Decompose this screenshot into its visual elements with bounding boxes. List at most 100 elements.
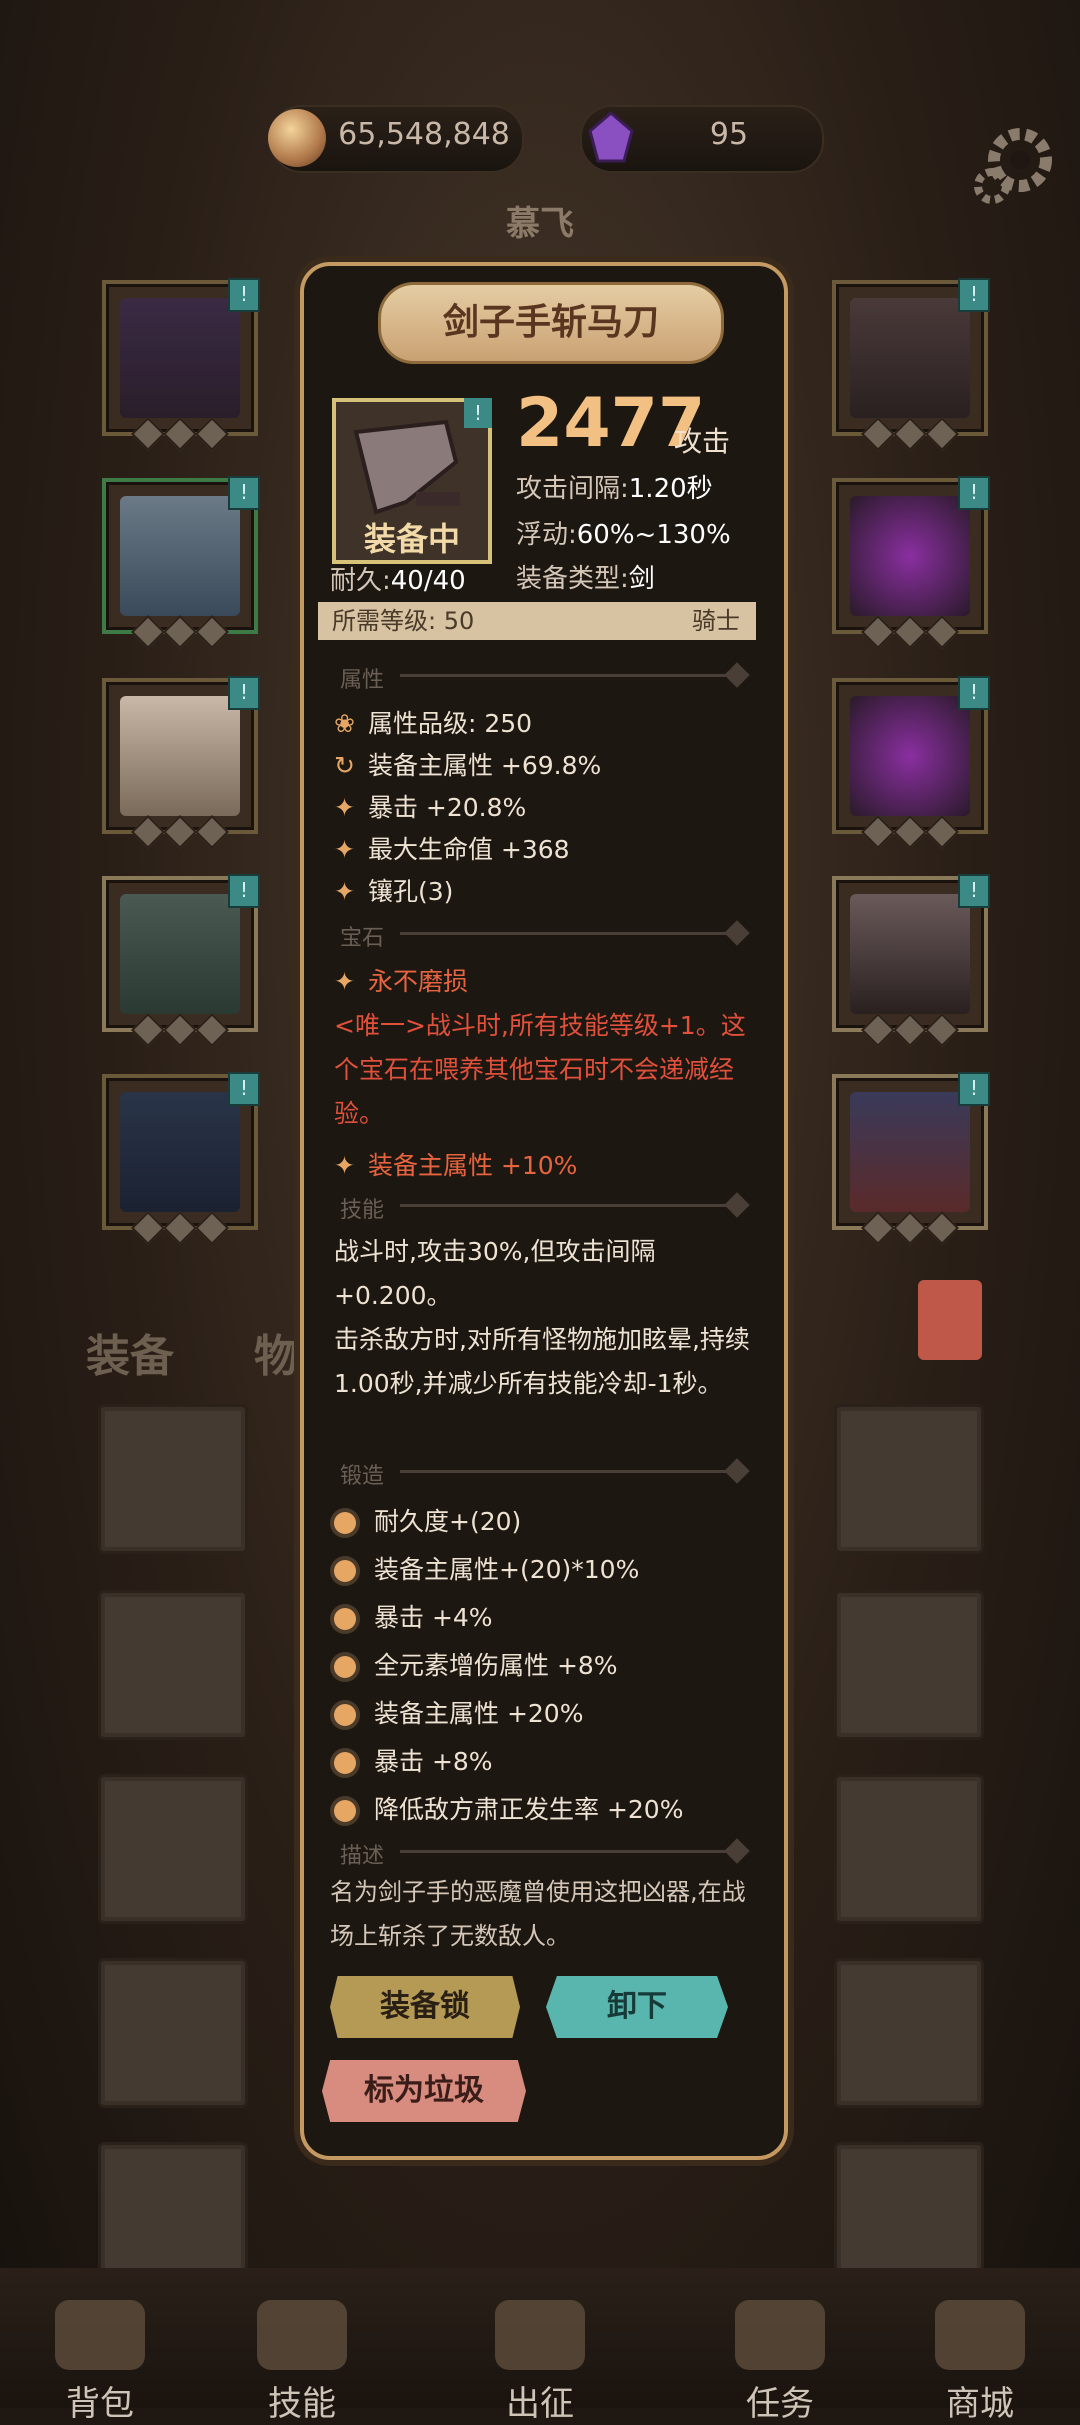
forge-row: 装备主属性+(20)*10% xyxy=(334,1550,639,1586)
socket-row xyxy=(131,417,229,451)
slot-necklace[interactable]: ! xyxy=(832,278,990,451)
forge-dot-icon xyxy=(334,1752,356,1774)
slot-ring-1[interactable]: ! xyxy=(832,476,990,649)
gem-description: <唯一>战斗时,所有技能等级+1。这个宝石在喂养其他宝石时不会递减经验。 xyxy=(334,1011,746,1128)
nav-shop[interactable]: 商城 xyxy=(900,2300,1060,2425)
inventory-cell[interactable] xyxy=(834,1590,984,1740)
nav-expedition[interactable]: 出征 xyxy=(460,2300,620,2425)
socket-row xyxy=(131,1013,229,1047)
unequip-button[interactable]: 卸下 xyxy=(546,1976,728,2038)
slot-badge: ! xyxy=(958,676,990,710)
nav-skills[interactable]: 技能 xyxy=(222,2300,382,2425)
sparkle-icon: ✦ xyxy=(334,835,355,864)
lock-equipment-button[interactable]: 装备锁 xyxy=(330,1976,520,2038)
slot-helmet[interactable]: ! xyxy=(102,278,260,451)
inventory-cell[interactable] xyxy=(98,1590,248,1740)
item-badge: ! xyxy=(464,398,492,428)
gauntlet-icon xyxy=(120,696,240,816)
inventory-cell[interactable] xyxy=(98,1774,248,1924)
section-description: 描述 xyxy=(340,1844,385,1869)
inventory-cell[interactable] xyxy=(834,1404,984,1554)
mark-junk-button[interactable]: 标为垃圾 xyxy=(322,2060,526,2122)
socket-row xyxy=(861,815,959,849)
section-forge: 锻造 xyxy=(340,1464,385,1489)
armor-icon xyxy=(120,496,240,616)
nav-quests[interactable]: 任务 xyxy=(700,2300,860,2425)
ring-icon xyxy=(850,696,970,816)
ring-icon xyxy=(850,496,970,616)
item-description: 名为剑子手的恶魔曾使用这把凶器,在战场上斩杀了无数敌人。 xyxy=(330,1878,746,1950)
equipped-label: 装备中 xyxy=(363,520,460,558)
attr-main: ↻ 装备主属性 +69.8% xyxy=(334,751,602,780)
section-skills: 技能 xyxy=(340,1198,385,1223)
sparkle-icon: ✦ xyxy=(334,1151,355,1180)
level-requirement: 所需等级: 50 骑士 xyxy=(318,602,756,640)
gold-value: 65,548,848 xyxy=(338,117,510,152)
sparkle-icon: ✦ xyxy=(334,877,355,906)
nav-bag[interactable]: 背包 xyxy=(20,2300,180,2425)
slot-weapon[interactable]: ! xyxy=(832,874,990,1047)
scroll-icon xyxy=(735,2300,825,2370)
attack-float: 浮动:60%~130% xyxy=(516,520,731,550)
forge-dot-icon xyxy=(334,1800,356,1822)
slot-badge: ! xyxy=(228,676,260,710)
blade-icon xyxy=(850,894,970,1014)
forge-dot-icon xyxy=(334,1512,356,1534)
tab-equipment[interactable]: 装备 xyxy=(86,1320,174,1384)
attack-interval: 攻击间隔:1.20秒 xyxy=(516,474,713,504)
inventory-cell[interactable] xyxy=(834,1958,984,2108)
slot-legs[interactable]: ! xyxy=(102,874,260,1047)
divider xyxy=(400,1204,740,1207)
slot-offhand[interactable]: ! xyxy=(832,1072,990,1245)
divider xyxy=(400,1470,740,1473)
skill-book-icon xyxy=(257,2300,347,2370)
boots-icon xyxy=(120,1092,240,1212)
inventory-cell[interactable] xyxy=(98,1958,248,2108)
lotus-icon: ❀ xyxy=(334,709,355,738)
hero-name: 慕飞 xyxy=(506,204,574,244)
trash-icon[interactable] xyxy=(918,1280,982,1360)
socket-row xyxy=(131,1211,229,1245)
socket-row xyxy=(131,815,229,849)
forge-dot-icon xyxy=(334,1704,356,1726)
divider xyxy=(400,674,740,677)
attack-label: 攻击 xyxy=(674,425,731,458)
divider xyxy=(400,932,740,935)
item-name: 剑子手斩马刀 xyxy=(378,282,724,364)
slot-boots[interactable]: ! xyxy=(102,1072,260,1245)
slot-badge: ! xyxy=(958,1072,990,1106)
forge-row: 装备主属性 +20% xyxy=(334,1694,583,1730)
spiked-helmet-icon xyxy=(120,298,240,418)
skill-1: 战斗时,攻击30%,但攻击间隔+0.200。 xyxy=(334,1237,656,1310)
slot-armor[interactable]: ! xyxy=(102,476,260,649)
gem-counter: 95 xyxy=(580,105,824,173)
sword-icon xyxy=(495,2300,585,2370)
forge-dot-icon xyxy=(334,1560,356,1582)
cycle-icon: ↻ xyxy=(334,751,355,780)
attr-grade: ❀ 属性品级: 250 xyxy=(334,709,533,738)
durability: 耐久:40/40 xyxy=(330,566,466,596)
attr-sockets: ✦ 镶孔(3) xyxy=(334,877,454,906)
skill-2: 击杀敌方时,对所有怪物施加眩晕,持续1.00秒,并减少所有技能冷却-1秒。 xyxy=(334,1325,750,1398)
slot-gloves[interactable]: ! xyxy=(102,676,260,849)
attr-crit: ✦ 暴击 +20.8% xyxy=(334,793,527,822)
inventory-cell[interactable] xyxy=(834,1774,984,1924)
necklace-icon xyxy=(850,298,970,418)
slot-badge: ! xyxy=(228,1072,260,1106)
forge-row: 暴击 +8% xyxy=(334,1742,493,1778)
purple-gem-icon xyxy=(588,111,634,163)
inventory-cell[interactable] xyxy=(98,1404,248,1554)
socket-row xyxy=(131,615,229,649)
slot-badge: ! xyxy=(228,278,260,312)
slot-badge: ! xyxy=(958,874,990,908)
slot-badge: ! xyxy=(228,874,260,908)
forge-row: 降低敌方肃正发生率 +20% xyxy=(334,1790,683,1826)
socket-row xyxy=(861,615,959,649)
slot-ring-2[interactable]: ! xyxy=(832,676,990,849)
gem-bonus: ✦ 装备主属性 +10% xyxy=(334,1151,578,1180)
socket-row xyxy=(861,1211,959,1245)
gold-counter: 65,548,848 xyxy=(268,105,524,173)
socket-row xyxy=(861,417,959,451)
gem-name: ✦ 永不磨损 xyxy=(334,967,468,996)
banner-icon xyxy=(850,1092,970,1212)
